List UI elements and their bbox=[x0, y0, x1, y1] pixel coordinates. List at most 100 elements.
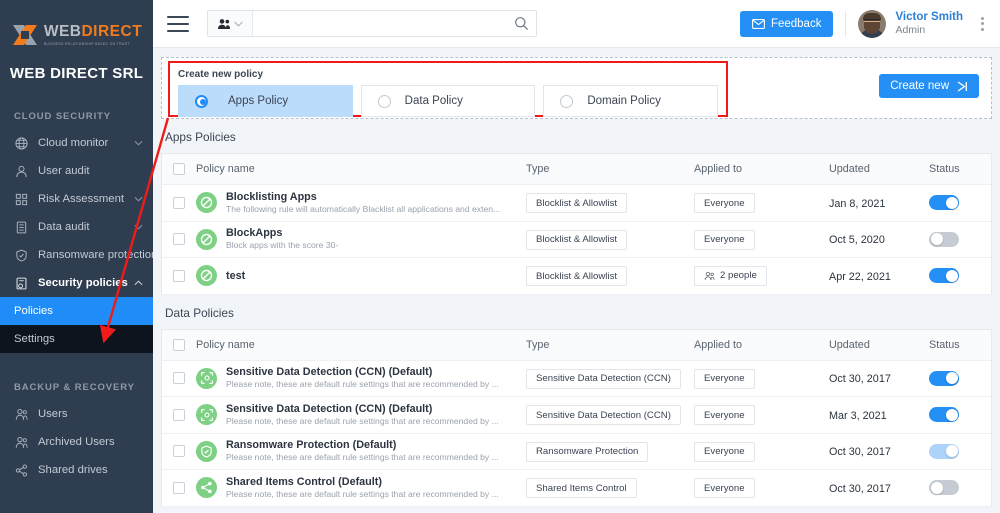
table-row[interactable]: Ransomware Protection (Default) Please no… bbox=[162, 434, 991, 470]
applied-to-pill[interactable]: Everyone bbox=[694, 368, 755, 389]
column-type: Type bbox=[526, 163, 550, 175]
search-icon[interactable] bbox=[506, 11, 536, 36]
radio-button[interactable] bbox=[377, 94, 391, 108]
radio-button[interactable] bbox=[560, 94, 574, 108]
applied-to-pill[interactable]: Everyone bbox=[694, 405, 755, 425]
data-policies-table: Policy name Type Applied to Updated Stat… bbox=[161, 328, 992, 507]
feedback-button[interactable]: Feedback bbox=[739, 10, 834, 37]
policy-name-cell: Sensitive Data Detection (CCN) (Default)… bbox=[196, 402, 526, 428]
policy-type-options: Apps Policy Data Policy Domain Policy bbox=[178, 85, 719, 117]
row-checkbox[interactable] bbox=[173, 408, 185, 421]
sidebar-item-settings[interactable]: Settings bbox=[0, 325, 153, 353]
avatar[interactable] bbox=[858, 9, 887, 38]
people-icon bbox=[218, 18, 230, 29]
table-row[interactable]: BlockApps Block apps with the score 30- Bl… bbox=[162, 222, 991, 258]
applied-to-label: Everyone bbox=[704, 482, 745, 494]
sidebar-item-users[interactable]: Users bbox=[0, 400, 153, 428]
globe-icon bbox=[14, 136, 29, 151]
apps-policies-table: Policy name Type Applied to Updated Stat… bbox=[161, 153, 992, 295]
chevron-down-icon[interactable] bbox=[134, 137, 143, 149]
row-checkbox-cell bbox=[162, 408, 196, 421]
updated-cell: Oct 5, 2020 bbox=[829, 230, 929, 248]
updated-date: Oct 30, 2017 bbox=[829, 482, 891, 495]
table-row[interactable]: test Blocklist & Allowlist 2 people Apr 22,… bbox=[162, 258, 991, 295]
policy-type-label: Apps Policy bbox=[228, 95, 289, 107]
applied-to-pill[interactable]: 2 people bbox=[694, 265, 767, 286]
table-row[interactable]: Shared Items Control (Default) Please not… bbox=[162, 470, 991, 507]
status-toggle[interactable] bbox=[929, 268, 959, 284]
status-toggle[interactable] bbox=[929, 231, 959, 247]
sidebar-item-cloud-monitor[interactable]: Cloud monitor bbox=[0, 129, 153, 157]
updated-cell: Mar 3, 2021 bbox=[829, 406, 929, 424]
logo-word-web: WEB bbox=[43, 23, 82, 40]
row-checkbox[interactable] bbox=[173, 269, 185, 282]
radio-button[interactable] bbox=[195, 94, 208, 108]
chevron-down-icon[interactable] bbox=[134, 193, 143, 205]
create-policy-title: Create new policy bbox=[178, 69, 264, 80]
sidebar-item-user-audit[interactable]: User audit bbox=[0, 157, 153, 185]
updated-date: Oct 30, 2017 bbox=[829, 446, 891, 459]
applied-to-label: Everyone bbox=[704, 234, 745, 245]
row-checkbox[interactable] bbox=[173, 372, 185, 385]
applied-to-pill[interactable]: Everyone bbox=[694, 478, 755, 498]
table-row[interactable]: Sensitive Data Detection (CCN) (Default)… bbox=[162, 397, 991, 434]
status-toggle[interactable] bbox=[929, 407, 959, 423]
policy-type-option-domain-policy[interactable]: Domain Policy bbox=[543, 85, 719, 117]
policy-type-option-apps-policy[interactable]: Apps Policy bbox=[178, 85, 353, 117]
policy-name: Ransomware Protection (Default) bbox=[226, 439, 397, 452]
sidebar-item-ransomware-protection[interactable]: Ransomware protection bbox=[0, 241, 153, 269]
row-checkbox[interactable] bbox=[173, 481, 185, 494]
status-toggle[interactable] bbox=[929, 370, 959, 386]
sidebar-item-policies[interactable]: Policies bbox=[0, 297, 153, 325]
sidebar-item-archived-users[interactable]: Archived Users bbox=[0, 428, 153, 456]
search-scope-selector[interactable] bbox=[208, 11, 253, 36]
status-toggle[interactable] bbox=[929, 195, 959, 211]
sidebar-item-shared-drives[interactable]: Shared drives bbox=[0, 456, 153, 484]
sidebar-item-label: Data audit bbox=[38, 221, 90, 233]
create-new-button[interactable]: Create new bbox=[879, 74, 979, 98]
policy-name: BlockApps bbox=[226, 227, 283, 240]
table-header-row: Policy name Type Applied to Updated Stat… bbox=[162, 154, 991, 185]
chevron-down-icon[interactable] bbox=[134, 221, 143, 233]
block-icon bbox=[196, 228, 217, 250]
policy-text: Shared Items Control (Default) Please not… bbox=[226, 475, 499, 501]
policy-type-label: Domain Policy bbox=[587, 95, 661, 107]
sidebar-item-label: Ransomware protection bbox=[38, 249, 153, 261]
applied-to-cell: Everyone bbox=[694, 478, 829, 498]
table-row[interactable]: Sensitive Data Detection (CCN) (Default)… bbox=[162, 361, 991, 397]
column-updated: Updated bbox=[829, 163, 870, 175]
search-input[interactable] bbox=[253, 11, 506, 36]
user-icon bbox=[14, 164, 29, 179]
kebab-menu-icon[interactable] bbox=[977, 13, 988, 35]
status-toggle[interactable] bbox=[929, 480, 959, 496]
main-area: Feedback Victor Smith Admin Create new p… bbox=[153, 0, 1000, 513]
logo-mark-icon bbox=[11, 22, 39, 48]
sidebar-item-data-audit[interactable]: Data audit bbox=[0, 213, 153, 241]
updated-cell: Oct 30, 2017 bbox=[829, 369, 929, 387]
select-all-checkbox[interactable] bbox=[173, 163, 185, 175]
row-checkbox[interactable] bbox=[173, 445, 185, 458]
hamburger-icon[interactable] bbox=[167, 15, 189, 32]
applied-to-pill[interactable]: Everyone bbox=[694, 193, 755, 213]
status-cell bbox=[929, 231, 991, 247]
row-checkbox[interactable] bbox=[173, 196, 185, 209]
status-toggle[interactable] bbox=[929, 443, 959, 459]
column-applied-to: Applied to bbox=[694, 163, 743, 175]
policy-type-cell: Blocklist & Allowlist bbox=[526, 229, 694, 250]
policy-text: Blocklisting Apps The following rule will… bbox=[226, 190, 500, 216]
applied-to-pill[interactable]: Everyone bbox=[694, 229, 755, 250]
row-checkbox[interactable] bbox=[173, 233, 185, 246]
table-row[interactable]: Blocklisting Apps The following rule will… bbox=[162, 185, 991, 222]
applied-to-pill[interactable]: Everyone bbox=[694, 441, 755, 462]
scan-icon bbox=[196, 367, 217, 389]
chevron-up-icon[interactable] bbox=[134, 277, 143, 289]
sidebar-item-security-policies[interactable]: Security policies bbox=[0, 269, 153, 297]
applied-to-cell: Everyone bbox=[694, 229, 829, 250]
user-block[interactable]: Victor Smith Admin bbox=[895, 10, 963, 38]
policy-type-option-data-policy[interactable]: Data Policy bbox=[360, 85, 536, 117]
sidebar-item-risk-assessment[interactable]: Risk Assessment bbox=[0, 185, 153, 213]
select-all-checkbox[interactable] bbox=[173, 338, 185, 351]
status-cell bbox=[929, 195, 991, 211]
applied-to-cell: Everyone bbox=[694, 368, 829, 389]
share-icon bbox=[14, 463, 29, 478]
